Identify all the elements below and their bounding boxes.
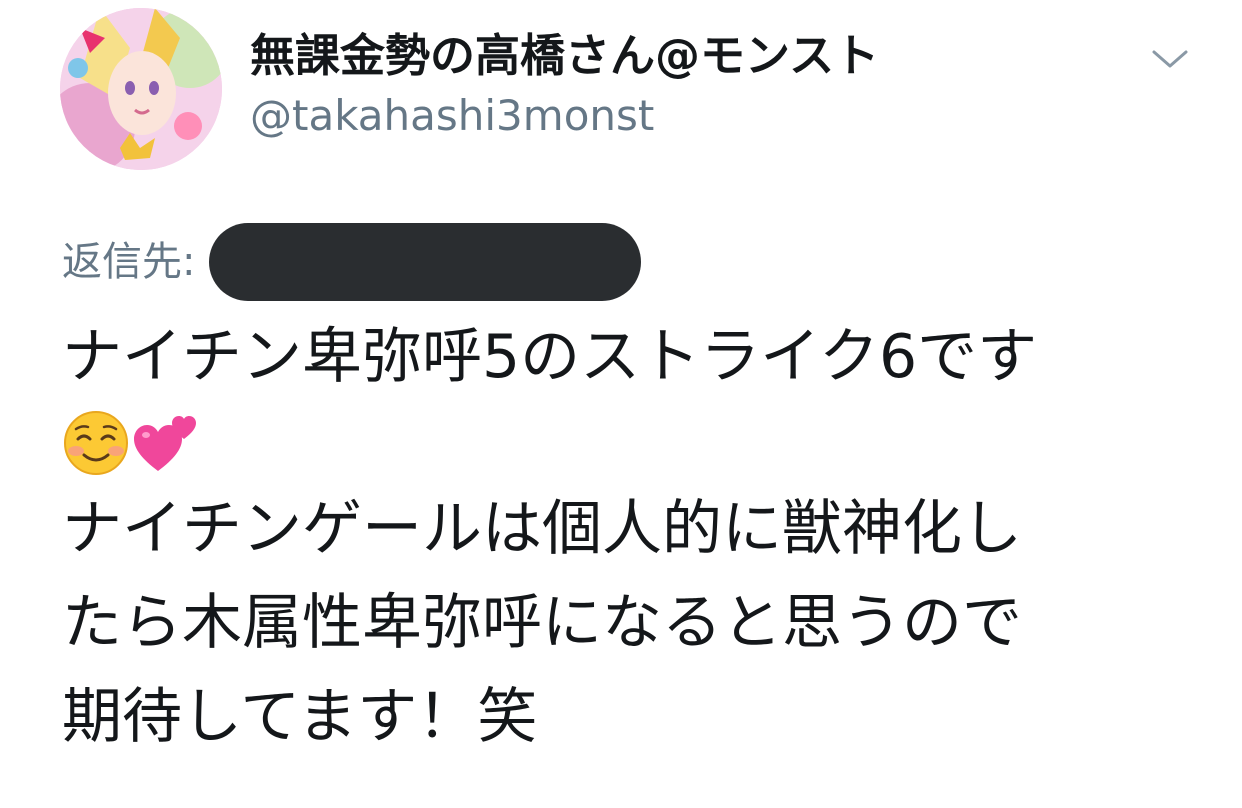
tweet-line-4: 期待してます！笑 <box>62 682 538 752</box>
redacted-reply-target <box>209 223 642 301</box>
tweet-line-2: ナイチンゲールは個人的に獣神化し <box>62 494 1022 564</box>
reply-label: 返信先: <box>62 239 196 285</box>
avatar[interactable] <box>60 8 222 170</box>
chevron-down-icon[interactable] <box>1150 44 1190 74</box>
avatar-image <box>60 8 222 170</box>
display-name[interactable]: 無課金勢の高橋さん@モンスト <box>250 28 879 84</box>
tweet-text: ナイチン卑弥呼5のストライク6です ナイチンゲールは個人的に獣神化し たら木属性… <box>62 310 1212 764</box>
tweet-line-3: たら木属性卑弥呼になると思うので <box>62 588 1022 658</box>
reply-context: 返信先: <box>62 223 642 301</box>
tweet-line-1: ナイチン卑弥呼5のストライク6です <box>62 322 1038 392</box>
smiling-face-emoji <box>62 409 130 477</box>
user-handle[interactable]: @takahashi3monst <box>250 88 654 144</box>
emoji-row <box>62 404 1212 482</box>
two-hearts-emoji <box>132 409 200 477</box>
